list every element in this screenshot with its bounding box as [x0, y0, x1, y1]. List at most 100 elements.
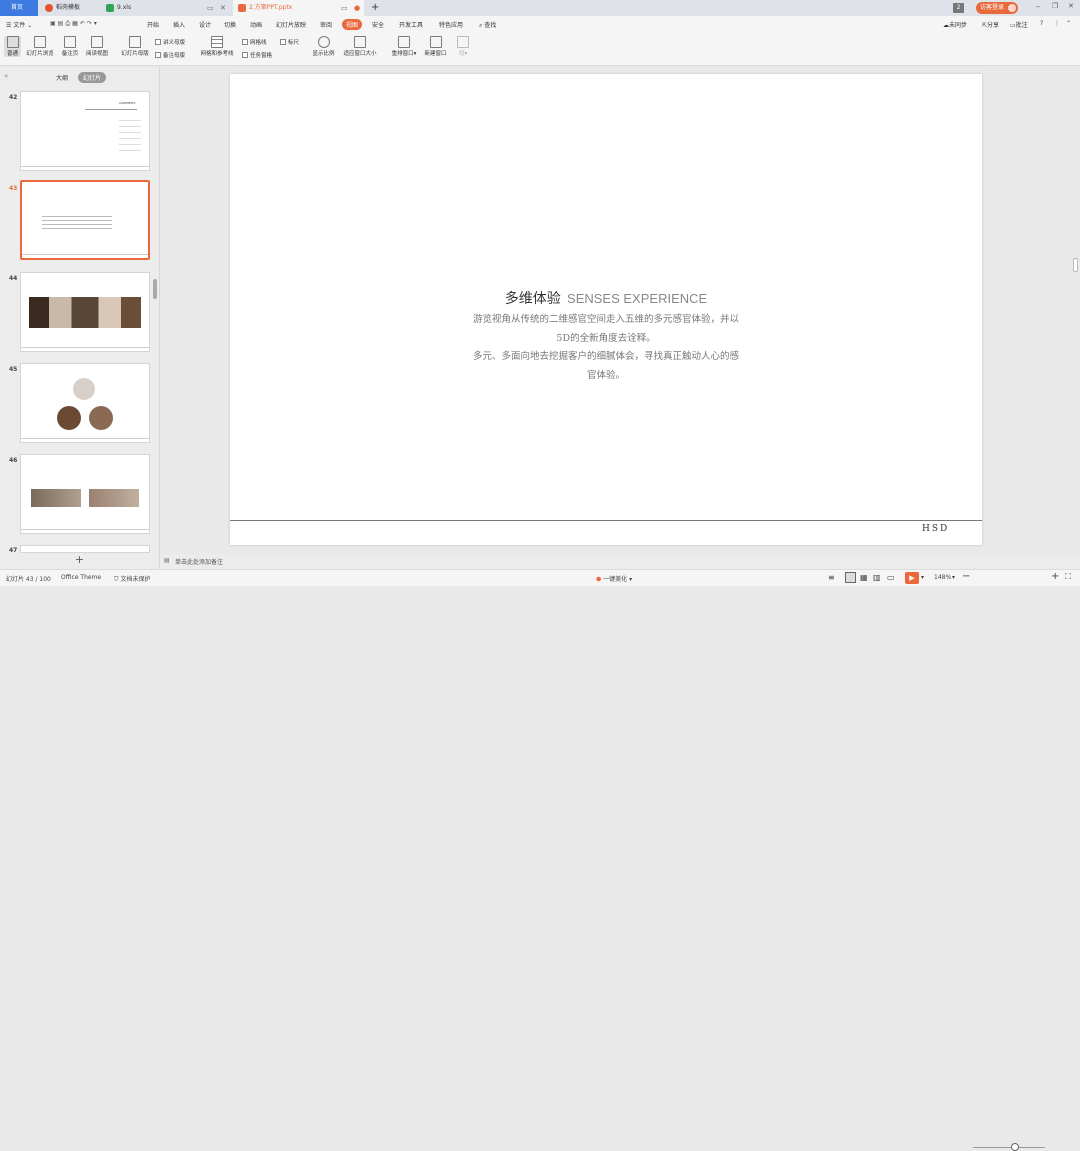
- menu-developer[interactable]: 开发工具: [399, 20, 423, 29]
- collapse-ribbon-icon[interactable]: ⌃: [1066, 20, 1071, 27]
- grid-guides-button[interactable]: 网格和参考线: [197, 36, 237, 57]
- close-window-icon[interactable]: ✕: [1068, 2, 1074, 10]
- new-tab-button[interactable]: +: [368, 0, 382, 16]
- menu-special[interactable]: 特色应用: [439, 20, 463, 29]
- sync-button[interactable]: ☁未同步: [943, 20, 967, 29]
- more-icon[interactable]: ⋮: [1054, 20, 1060, 27]
- slide-master-button[interactable]: 幻灯片母版: [118, 36, 152, 57]
- tab-xls[interactable]: 9.xls ▭ ✕: [101, 0, 231, 16]
- rearrange-windows-button[interactable]: 重排窗口▾: [388, 36, 420, 57]
- switch-window-button[interactable]: 切▾: [455, 36, 471, 57]
- add-slide-button[interactable]: +: [0, 553, 159, 569]
- pin-icon[interactable]: ▭: [207, 0, 214, 16]
- outline-tab[interactable]: 大纲: [56, 73, 68, 82]
- slide-sorter-label: 幻灯片浏览: [26, 51, 54, 57]
- redo-icon[interactable]: ↷: [87, 20, 94, 27]
- presenter-view-icon[interactable]: ▭: [887, 573, 895, 582]
- share-button[interactable]: ⇱分享: [982, 20, 999, 29]
- notes-placeholder[interactable]: 单击此处添加备注: [175, 557, 223, 566]
- tab-ppt[interactable]: 2.方案PPT.pptx ▭ ●: [233, 0, 364, 16]
- menu-transitions[interactable]: 切换: [224, 20, 236, 29]
- slide-thumbnail-42[interactable]: CONTENTS: [20, 91, 150, 171]
- slide-thumbnail-46[interactable]: [20, 454, 150, 534]
- normal-view-status-icon[interactable]: [845, 572, 856, 583]
- zoom-out-icon[interactable]: −: [962, 571, 970, 582]
- slides-tab[interactable]: 幻灯片: [78, 72, 107, 83]
- login-button[interactable]: 访客登录: [976, 2, 1018, 14]
- reading-view-status-icon[interactable]: ▥: [873, 573, 881, 582]
- slideshow-menu-icon[interactable]: ▾: [921, 574, 924, 581]
- panel-scrollbar[interactable]: [153, 279, 157, 299]
- notes-page-button[interactable]: 备注页: [59, 36, 81, 57]
- notes-toggle-icon[interactable]: ≡: [828, 573, 835, 582]
- handout-master-button[interactable]: 讲义母版: [155, 38, 185, 46]
- close-tab-icon[interactable]: ✕: [220, 0, 226, 16]
- reading-view-label: 阅读视图: [85, 51, 108, 57]
- notes-icon: ▤: [164, 557, 170, 564]
- slide-sorter-button[interactable]: 幻灯片浏览: [23, 36, 57, 57]
- protect-status[interactable]: ⛉ 文档未保护: [114, 574, 150, 584]
- undo-icon[interactable]: ↶: [80, 20, 87, 27]
- menu-view[interactable]: 视图: [342, 19, 363, 30]
- zoom-button[interactable]: 显示比例: [311, 36, 336, 57]
- slide-thumbnail-43[interactable]: [20, 180, 150, 260]
- fit-to-window-icon[interactable]: ⛶: [1065, 572, 1071, 582]
- comment-button[interactable]: ▭批注: [1010, 20, 1028, 29]
- docer-icon: [45, 4, 53, 12]
- reading-view-button[interactable]: 阅读视图: [83, 36, 111, 57]
- pin-icon[interactable]: ▭: [341, 0, 348, 16]
- help-icon[interactable]: ?: [1040, 20, 1043, 27]
- file-menu[interactable]: ☰ 文件 ⌄: [6, 20, 32, 29]
- zoom-slider-track[interactable]: [973, 1147, 1045, 1148]
- protect-label: 文档未保护: [120, 576, 151, 583]
- notes-pane[interactable]: ▤ 单击此处添加备注: [160, 554, 1080, 569]
- play-slideshow-icon[interactable]: ▶: [905, 572, 919, 584]
- zoom-dropdown-icon[interactable]: ▾: [952, 574, 955, 581]
- customize-icon[interactable]: ▾: [94, 20, 99, 27]
- zoom-slider-handle[interactable]: [1011, 1143, 1019, 1151]
- thumb-footer-line: [21, 166, 149, 167]
- gridlines-checkbox[interactable]: 网格线: [242, 38, 267, 46]
- thumb-text-lines: [119, 116, 141, 156]
- task-pane-checkbox[interactable]: 任务窗格: [242, 51, 272, 59]
- menu-insert[interactable]: 插入: [173, 20, 185, 29]
- search-button[interactable]: ⌕ 查找: [479, 20, 496, 30]
- menu-design[interactable]: 设计: [199, 20, 211, 29]
- task-pane-label: 任务窗格: [250, 53, 273, 59]
- canvas-scrollbar[interactable]: [1073, 258, 1078, 272]
- slide-thumbnail-44[interactable]: [20, 272, 150, 352]
- menu-security[interactable]: 安全: [372, 20, 384, 29]
- menu-home[interactable]: 开始: [147, 20, 159, 29]
- sorter-view-status-icon[interactable]: ▦: [860, 573, 868, 582]
- slide-thumbnail-45[interactable]: [20, 363, 150, 443]
- print-preview-icon[interactable]: ▦: [72, 20, 80, 27]
- collapse-panel-icon[interactable]: «: [4, 72, 8, 80]
- file-menu-label: 文件: [13, 22, 26, 29]
- minimize-icon[interactable]: –: [1036, 2, 1040, 11]
- zoom-in-icon[interactable]: +: [1051, 571, 1059, 582]
- slide-footer-line: [230, 520, 982, 521]
- new-window-button[interactable]: 新建窗口: [422, 36, 449, 57]
- tab-docer[interactable]: 稻壳模板: [40, 0, 98, 16]
- quick-access-toolbar[interactable]: ▣▤⎙▦↶↷▾: [50, 20, 99, 28]
- tab-home[interactable]: 首页: [0, 0, 38, 16]
- fit-window-button[interactable]: 适应窗口大小: [340, 36, 380, 57]
- restore-icon[interactable]: ❐: [1052, 2, 1058, 10]
- ruler-checkbox[interactable]: 标尺: [280, 38, 299, 46]
- spreadsheet-icon: [106, 4, 114, 12]
- thumb-footer-line: [21, 347, 149, 348]
- normal-view-button[interactable]: 普通: [4, 36, 21, 57]
- beautify-button[interactable]: ⬢ 一键美化 ▾: [596, 574, 632, 583]
- menu-review[interactable]: 审阅: [320, 20, 332, 29]
- thumb-circle: [89, 406, 113, 430]
- notes-master-button[interactable]: 备注母版: [155, 51, 185, 59]
- thumb-photo: [31, 489, 81, 507]
- menu-animations[interactable]: 动画: [250, 20, 262, 29]
- save-icon[interactable]: ▣: [50, 20, 58, 27]
- window-count-badge[interactable]: 2: [953, 3, 964, 13]
- menu-slideshow[interactable]: 幻灯片放映: [276, 20, 306, 29]
- slide-thumbnail-47[interactable]: [20, 545, 150, 553]
- zoom-level[interactable]: 148%: [934, 574, 951, 581]
- slide-canvas[interactable]: 多维体验 SENSES EXPERIENCE 游览视角从传统的二维感官空间走入五…: [230, 74, 982, 545]
- slide-master-icon: [129, 36, 141, 48]
